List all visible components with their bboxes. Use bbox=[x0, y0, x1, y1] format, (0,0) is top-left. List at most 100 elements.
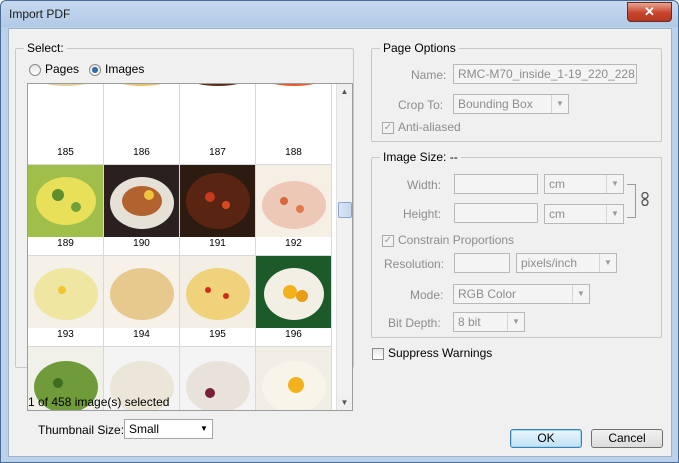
height-unit-select[interactable]: cm ▼ bbox=[544, 204, 624, 224]
thumbnail-number: 189 bbox=[57, 238, 74, 249]
thumbnail-number: 187 bbox=[209, 147, 226, 158]
thumbnail-size-select[interactable]: Small ▼ bbox=[124, 419, 213, 439]
suppress-warnings-label[interactable]: Suppress Warnings bbox=[388, 346, 492, 360]
thumbnail-image bbox=[256, 84, 331, 146]
scroll-down-button[interactable]: ▼ bbox=[337, 395, 352, 410]
name-label: Name: bbox=[411, 68, 447, 82]
scrollbar-thumb[interactable] bbox=[338, 202, 352, 218]
resolution-field[interactable] bbox=[454, 253, 510, 273]
thumbnail-number: 185 bbox=[57, 147, 74, 158]
thumbnail-image bbox=[104, 84, 179, 146]
thumbnail-item[interactable]: 194 bbox=[104, 256, 180, 347]
bit-depth-label: Bit Depth: bbox=[388, 316, 441, 330]
scroll-up-icon: ▲ bbox=[340, 87, 349, 96]
bit-depth-select[interactable]: 8 bit ▼ bbox=[453, 312, 525, 332]
thumbnail-number: 186 bbox=[133, 147, 150, 158]
resolution-unit-select[interactable]: pixels/inch ▼ bbox=[516, 253, 617, 273]
title-bar[interactable]: Import PDF ✕ bbox=[1, 1, 678, 27]
thumbnail-image bbox=[180, 347, 255, 410]
thumbnail-item[interactable]: 188 bbox=[256, 84, 332, 165]
thumbnail-number: 194 bbox=[133, 329, 150, 340]
thumbnail-item[interactable]: 190 bbox=[104, 165, 180, 256]
height-unit-value: cm bbox=[549, 207, 565, 221]
check-icon: ✓ bbox=[383, 235, 393, 246]
mode-label: Mode: bbox=[410, 288, 444, 302]
thumbnail-item[interactable]: 193 bbox=[28, 256, 104, 347]
thumbnail-item[interactable]: 196 bbox=[256, 256, 332, 347]
thumbnail-number: 190 bbox=[133, 238, 150, 249]
thumbnail-image bbox=[180, 256, 255, 328]
anti-aliased-label[interactable]: Anti-aliased bbox=[398, 120, 461, 134]
chevron-down-icon: ▼ bbox=[606, 205, 623, 223]
width-unit-value: cm bbox=[549, 177, 565, 191]
thumbnail-item[interactable]: 195 bbox=[180, 256, 256, 347]
thumbnail-number: 192 bbox=[285, 238, 302, 249]
scroll-down-icon: ▼ bbox=[340, 398, 349, 407]
mode-select[interactable]: RGB Color ▼ bbox=[453, 284, 590, 304]
thumbnail-image bbox=[180, 165, 255, 237]
select-legend: Select: bbox=[24, 41, 67, 55]
crop-to-value: Bounding Box bbox=[458, 97, 533, 111]
chevron-down-icon: ▼ bbox=[195, 420, 212, 438]
crop-to-select[interactable]: Bounding Box ▼ bbox=[453, 94, 569, 114]
pages-radio-label[interactable]: Pages bbox=[45, 62, 79, 76]
thumbnail-size-label: Thumbnail Size: bbox=[38, 423, 125, 437]
thumbnail-image bbox=[28, 165, 103, 237]
resolution-unit-value: pixels/inch bbox=[521, 256, 578, 270]
page-options-legend: Page Options bbox=[380, 41, 459, 55]
close-button[interactable]: ✕ bbox=[627, 2, 672, 22]
thumbnail-image bbox=[256, 165, 331, 237]
pages-radio[interactable] bbox=[29, 64, 41, 76]
name-field[interactable]: RMC-M70_inside_1-19_220_228 bbox=[453, 64, 637, 84]
chevron-down-icon: ▼ bbox=[599, 254, 616, 272]
thumbnail-item[interactable]: 200 bbox=[256, 347, 332, 410]
chevron-down-icon: ▼ bbox=[572, 285, 589, 303]
thumbnail-number: 188 bbox=[285, 147, 302, 158]
resolution-label: Resolution: bbox=[384, 257, 445, 271]
thumbnail-item[interactable]: 192 bbox=[256, 165, 332, 256]
anti-aliased-checkbox[interactable]: ✓ bbox=[382, 122, 394, 134]
close-icon: ✕ bbox=[644, 4, 655, 19]
scroll-up-button[interactable]: ▲ bbox=[337, 84, 352, 99]
chevron-down-icon: ▼ bbox=[507, 313, 524, 331]
thumbnail-image bbox=[256, 256, 331, 328]
thumbnail-number: 195 bbox=[209, 329, 226, 340]
thumbnail-image bbox=[256, 347, 331, 410]
name-value: RMC-M70_inside_1-19_220_228 bbox=[458, 67, 635, 81]
suppress-warnings-checkbox[interactable] bbox=[372, 348, 384, 360]
width-field[interactable] bbox=[454, 174, 538, 194]
thumbnail-scrollbar[interactable]: ▲ ▼ bbox=[336, 84, 352, 410]
link-icon[interactable] bbox=[641, 191, 649, 209]
thumbnail-image bbox=[180, 84, 255, 146]
thumbnail-size-value: Small bbox=[129, 422, 160, 436]
constrain-proportions-label[interactable]: Constrain Proportions bbox=[398, 233, 514, 247]
thumbnail-image bbox=[104, 256, 179, 328]
images-radio-label[interactable]: Images bbox=[105, 62, 144, 76]
thumbnail-number: 193 bbox=[57, 329, 74, 340]
cancel-button[interactable]: Cancel bbox=[591, 429, 663, 448]
thumbnail-list[interactable]: 185 186 187 188 189 190 191 192 193 194 … bbox=[27, 83, 353, 411]
selection-status: 1 of 458 image(s) selected bbox=[28, 395, 170, 409]
thumbnail-item[interactable]: 187 bbox=[180, 84, 256, 165]
chevron-down-icon: ▼ bbox=[606, 175, 623, 193]
thumbnail-item[interactable]: 199 bbox=[180, 347, 256, 410]
bit-depth-value: 8 bit bbox=[458, 315, 481, 329]
constrain-proportions-checkbox[interactable]: ✓ bbox=[382, 235, 394, 247]
chevron-down-icon: ▼ bbox=[551, 95, 568, 113]
thumbnail-item[interactable]: 191 bbox=[180, 165, 256, 256]
thumbnail-item[interactable]: 185 bbox=[28, 84, 104, 165]
mode-value: RGB Color bbox=[458, 287, 517, 301]
thumbnail-item[interactable]: 189 bbox=[28, 165, 104, 256]
window-title: Import PDF bbox=[9, 7, 71, 21]
import-pdf-dialog: Import PDF ✕ Select: Pages Images 185 18… bbox=[0, 0, 679, 463]
check-icon: ✓ bbox=[383, 122, 393, 133]
thumbnail-item[interactable]: 186 bbox=[104, 84, 180, 165]
dialog-body: Select: Pages Images 185 186 187 188 189… bbox=[8, 28, 672, 457]
ok-button[interactable]: OK bbox=[510, 429, 582, 448]
thumbnail-image bbox=[28, 256, 103, 328]
width-label: Width: bbox=[407, 178, 442, 192]
thumbnail-image bbox=[104, 165, 179, 237]
width-unit-select[interactable]: cm ▼ bbox=[544, 174, 624, 194]
height-field[interactable] bbox=[454, 203, 538, 223]
images-radio[interactable] bbox=[89, 64, 101, 76]
